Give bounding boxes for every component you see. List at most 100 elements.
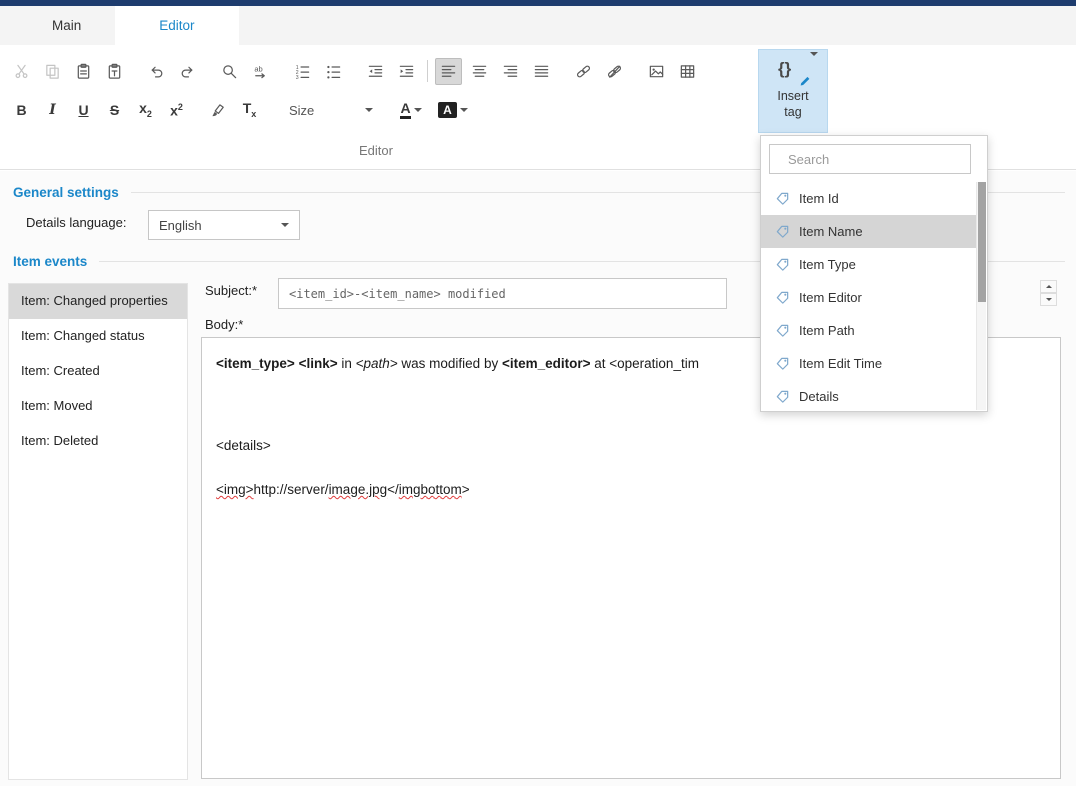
- strikethrough-button[interactable]: S: [101, 97, 128, 124]
- tag-menu-item-label: Details: [799, 389, 839, 404]
- numbered-list-icon: 123: [294, 63, 311, 80]
- image-button[interactable]: [643, 58, 670, 85]
- superscript-button[interactable]: x2: [163, 97, 190, 124]
- tab-main[interactable]: Main: [18, 6, 115, 45]
- event-list-item[interactable]: Item: Moved: [9, 389, 187, 424]
- tab-editor[interactable]: Editor: [115, 6, 238, 45]
- align-justify-icon: [533, 63, 550, 80]
- italic-button[interactable]: I: [39, 97, 66, 124]
- align-center-button[interactable]: [466, 58, 493, 85]
- align-justify-button[interactable]: [528, 58, 555, 85]
- outdent-icon: [367, 63, 384, 80]
- bg-color-icon: A: [438, 102, 457, 118]
- search-icon: [221, 63, 238, 80]
- svg-text:3: 3: [296, 75, 299, 80]
- event-list-item[interactable]: Item: Changed status: [9, 319, 187, 354]
- tag-menu-item[interactable]: Details: [761, 380, 977, 413]
- scrollbar-thumb[interactable]: [978, 182, 986, 302]
- insert-tag-button[interactable]: {} Insert tag: [758, 49, 828, 133]
- subject-input[interactable]: [278, 278, 727, 309]
- font-size-label: Size: [289, 103, 314, 118]
- bold-button[interactable]: B: [8, 97, 35, 124]
- item-events-title: Item events: [13, 254, 87, 269]
- redo-button[interactable]: [174, 58, 201, 85]
- body-text-segment: was modified by: [398, 356, 502, 371]
- scrollbar[interactable]: [976, 182, 986, 410]
- triangle-down-icon: [1046, 298, 1052, 304]
- triangle-up-icon: [1046, 282, 1052, 288]
- tag-menu-item[interactable]: Item Type: [761, 248, 977, 281]
- tag-menu-item[interactable]: Item Editor: [761, 281, 977, 314]
- paste-button[interactable]: [70, 58, 97, 85]
- chevron-down-icon: [365, 108, 373, 116]
- format-brush-button[interactable]: [205, 97, 232, 124]
- outdent-button[interactable]: [362, 58, 389, 85]
- align-left-icon: [440, 63, 457, 80]
- chevron-down-icon: [281, 223, 289, 231]
- table-icon: [679, 63, 696, 80]
- bullet-list-icon: [325, 63, 342, 80]
- font-size-select[interactable]: Size: [281, 97, 381, 123]
- unlink-button[interactable]: [601, 58, 628, 85]
- text-color-button[interactable]: A: [392, 97, 430, 124]
- body-text-segment: http://server/: [254, 482, 329, 497]
- replace-icon: ab: [252, 63, 269, 80]
- tag-search-input[interactable]: [786, 151, 966, 168]
- bg-color-button[interactable]: A: [434, 97, 472, 124]
- search-button[interactable]: [216, 58, 243, 85]
- event-list-item[interactable]: Item: Created: [9, 354, 187, 389]
- chevron-down-icon: [460, 108, 468, 116]
- table-button[interactable]: [674, 58, 701, 85]
- underline-button[interactable]: U: [70, 97, 97, 124]
- numbered-list-button[interactable]: 123: [289, 58, 316, 85]
- tag-menu-item-label: Item Path: [799, 323, 855, 338]
- paste-text-button[interactable]: [101, 58, 128, 85]
- toolbar-row-2: BIUSx2 x2 Tx Size AA: [8, 95, 476, 125]
- body-text-segment: <path>: [356, 356, 398, 371]
- details-language-select[interactable]: English: [148, 210, 300, 240]
- body-text-segment: imgbottom: [399, 482, 462, 497]
- ribbon-group-label: Editor: [0, 143, 752, 158]
- tag-icon: [775, 224, 790, 239]
- chevron-down-icon: [414, 108, 422, 116]
- replace-button[interactable]: ab: [247, 58, 274, 85]
- subscript-button[interactable]: x2: [132, 97, 159, 124]
- subscript-icon: x2: [139, 101, 152, 119]
- align-left-button[interactable]: [435, 58, 462, 85]
- body-text-segment: <img>: [216, 482, 254, 497]
- bold-icon: B: [16, 103, 26, 117]
- tag-menu-item[interactable]: Item Path: [761, 314, 977, 347]
- superscript-icon: x2: [170, 103, 183, 118]
- tag-menu-item[interactable]: Item Edit Time: [761, 347, 977, 380]
- insert-tag-label: Insert tag: [770, 89, 816, 120]
- subject-label: Subject:*: [205, 283, 257, 298]
- body-text-segment: >: [462, 482, 470, 497]
- remove-format-icon: Tx: [243, 101, 257, 119]
- tag-icon: [775, 389, 790, 404]
- event-list-item[interactable]: Item: Changed properties: [9, 284, 187, 319]
- bullet-list-button[interactable]: [320, 58, 347, 85]
- tag-menu-item[interactable]: Item Name: [761, 215, 977, 248]
- body-text-segment: at <operation_tim: [591, 356, 699, 371]
- align-right-icon: [502, 63, 519, 80]
- undo-button[interactable]: [143, 58, 170, 85]
- link-button[interactable]: [570, 58, 597, 85]
- spinner: [1040, 280, 1057, 306]
- indent-icon: [398, 63, 415, 80]
- body-text-segment: <item_editor>: [502, 356, 591, 371]
- tag-icon: [775, 356, 790, 371]
- tag-menu-item[interactable]: Item Id: [761, 182, 977, 215]
- spinner-down-button[interactable]: [1040, 293, 1057, 306]
- align-right-button[interactable]: [497, 58, 524, 85]
- spinner-up-button[interactable]: [1040, 280, 1057, 293]
- event-list-item[interactable]: Item: Deleted: [9, 424, 187, 459]
- body-text-segment: </: [387, 482, 399, 497]
- undo-icon: [148, 63, 165, 80]
- indent-button[interactable]: [393, 58, 420, 85]
- tab-bar: MainEditor: [0, 6, 1076, 45]
- image-icon: [648, 63, 665, 80]
- body-text-segment: <item_type>: [216, 356, 295, 371]
- remove-format-button[interactable]: Tx: [236, 97, 263, 124]
- paste-icon: [75, 63, 92, 80]
- general-settings-title: General settings: [13, 185, 119, 200]
